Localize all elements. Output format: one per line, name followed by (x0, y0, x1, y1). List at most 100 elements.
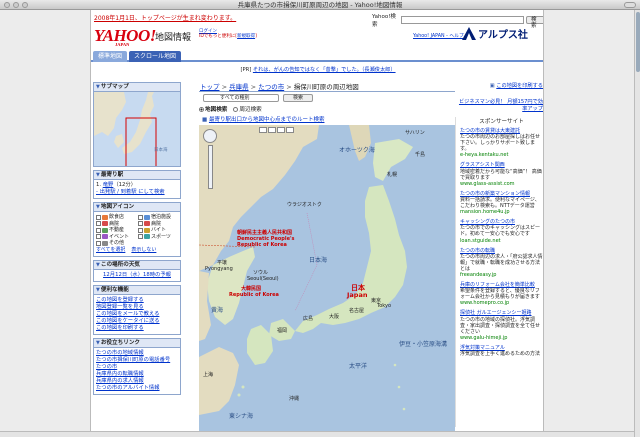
radio-area-search[interactable]: 周辺検索 (233, 105, 262, 113)
useful-link[interactable]: 兵庫県内の求人情報 (96, 378, 178, 385)
sponsor-ad: 探偵社 ガルエージェンシー姫路 たつの市の地域の探偵社。浮気調査・家出調査・探偵調… (460, 310, 543, 340)
checkbox[interactable] (138, 221, 143, 227)
useful-link[interactable]: たつの市揖保川町原の電話番号 (96, 357, 178, 364)
pr-link[interactable]: それは、がんの告知ではなく「昔撃」でした。（長瀬俊太郎） (253, 67, 396, 73)
weather-box: ▼この場所の天気 12月12日（水）18時の予報 (93, 259, 181, 282)
zoom-slider[interactable] (207, 145, 213, 189)
alps-logo[interactable]: アルプス社 (462, 26, 528, 41)
useful-links-box: ▼お役立ちリンク たつの市の地域情報 たつの市揖保川町原の電話番号 たつの市 兵… (93, 337, 181, 395)
tool-link-print[interactable]: この地図を印刷する (96, 325, 178, 332)
checkbox[interactable] (96, 214, 101, 220)
checkbox[interactable] (138, 214, 143, 220)
radio-button[interactable] (199, 107, 204, 112)
map-label-sea-of-japan: 日本海 (309, 257, 328, 264)
login-promo-text: IDでもっと便利に[ (199, 34, 238, 39)
checkbox[interactable] (96, 240, 101, 246)
category-search: すべての種別 検索 (199, 94, 455, 102)
submap-title: サブマップ (100, 84, 129, 90)
toolbar-toggle-button[interactable] (624, 2, 636, 8)
select-all-link[interactable]: すべてを選択 (96, 247, 125, 254)
pr-line: [PR] それは、がんの告知ではなく「昔撃」でした。（長瀬俊太郎） (91, 66, 543, 73)
route-icon: ■ (202, 117, 208, 123)
route-search-link[interactable]: 最寄り駅出口から地図中心点までのルート検索 (209, 117, 325, 123)
login-promo: ログイン IDでもっと便利に[新規取得] (199, 29, 257, 39)
ad-body: たつの市の地域の探偵社。浮気調査・家出調査・探偵調査を全て任せください (460, 316, 541, 335)
weather-forecast-link[interactable]: 12月12日（水）18時の予報 (103, 272, 171, 278)
minimize-button[interactable] (13, 2, 19, 8)
horizontal-scrollbar[interactable] (0, 431, 634, 437)
tool-link-register[interactable]: この地図を登録する (96, 297, 178, 304)
tab-standard-map[interactable]: 標準地図 (93, 51, 128, 62)
map-type-button[interactable] (268, 127, 276, 133)
scroll-map[interactable]: オホーツク海 サハリン 千島 札幌 ウラジオストク 日本海 朝鮮民主主義人民共和… (199, 125, 455, 437)
map-icons-box: ▼地図アイコン 飲食店 宿泊施設 病院 病院 不動産 バイト イベント スポーツ… (93, 202, 181, 257)
submap-overview[interactable]: 日本海 (94, 92, 180, 166)
sports-icon (144, 234, 150, 240)
map-label-south-korea-en: Republic of Korea (229, 292, 279, 298)
job-icon (144, 227, 150, 233)
category-search-button[interactable]: 検索 (283, 94, 313, 102)
useful-link[interactable]: たつの市 (96, 364, 178, 371)
header-links[interactable]: Yahoo! JAPAN - ヘルプ (413, 32, 464, 39)
tool-link-mobile[interactable]: この地図をケータイに送る (96, 318, 178, 325)
sponsor-sites: スポンサーサイト たつの市の賃貸は大東建託 たつの市周辺のお部屋探しはお任せ下さい… (455, 117, 543, 427)
printer-icon: ▣ (489, 83, 495, 89)
radio-button[interactable] (233, 107, 239, 112)
breadcrumb-prefecture[interactable]: 兵庫県 (229, 83, 249, 91)
tools-box: ▼便利な機能 この地図を登録する 地図登録一覧を見る この地図をメールで教える … (93, 284, 181, 335)
station-link[interactable]: 竜野 (103, 182, 114, 188)
window-title: 兵庫県たつの市揖保川町原周辺の地図 - Yahoo!地図情報 (237, 1, 403, 9)
tools-header: ▼便利な機能 (94, 285, 180, 295)
station-number: 1. (96, 182, 102, 188)
tab-scroll-map[interactable]: スクロール地図 (129, 51, 182, 62)
business-promo-row: ビジネスマン必見！ 月額157円で効率アップ (455, 98, 543, 112)
tool-link-list[interactable]: 地図登録一覧を見る (96, 304, 178, 311)
map-label-japan-en: Japan (347, 291, 368, 299)
map-type-button[interactable] (277, 127, 285, 133)
station-minutes: （12分） (113, 182, 136, 188)
checkbox[interactable] (138, 234, 143, 240)
sponsor-ad: たつの市の賃貸は大東建託 たつの市周辺のお部屋探しはお任せ下さい。しっかりサポート… (460, 128, 543, 158)
scrollbar-thumb[interactable] (636, 12, 640, 72)
breadcrumb-top[interactable]: トップ (200, 83, 220, 91)
top-news-link[interactable]: 2008年1月1日、トップページが生まれ変わります。 (94, 13, 236, 22)
checkbox[interactable] (96, 221, 101, 227)
ad-title[interactable]: 探偵社 ガルエージェンシー姫路 (460, 310, 543, 316)
map-label-nagoya: 名古屋 (349, 308, 365, 314)
ad-url: www.galu-himeji.jp (460, 334, 508, 341)
left-gutter (0, 10, 90, 437)
checkbox[interactable] (96, 227, 101, 233)
checkbox[interactable] (96, 234, 101, 240)
radio-map-search[interactable]: 地図検索 (199, 105, 227, 113)
tool-link-mail[interactable]: この地図をメールで教える (96, 311, 178, 318)
checkbox[interactable] (138, 227, 143, 233)
ad-body: たつの市周辺の求人・「府公認求人情報」で就職・転職を成功させる方法とは (460, 253, 543, 272)
hospital-icon (102, 221, 108, 227)
close-button[interactable] (4, 2, 10, 8)
useful-link[interactable]: 兵庫県内の転職情報 (96, 371, 178, 378)
map-icon-label: スポーツ (151, 233, 171, 240)
breadcrumb: トップ > 兵庫県 > たつの市 > 揖保川町原の周辺地図 (199, 82, 455, 92)
pan-control[interactable] (203, 129, 217, 143)
triangle-icon: ▼ (96, 84, 100, 90)
register-link[interactable]: 新規取得 (237, 34, 255, 39)
category-select[interactable]: すべての種別 (203, 94, 279, 102)
business-promo-link[interactable]: ビジネスマン必見！ 月額157円で効率アップ (459, 99, 543, 112)
vertical-scrollbar[interactable] (634, 10, 640, 437)
hide-icons-link[interactable]: 表示しない (131, 247, 156, 254)
yahoo-logo[interactable]: YAHOO! JAPAN (94, 26, 156, 47)
ad-body: 資料一括請求。便利なマイページ、こだわり検索も。NTTデータ運営 (460, 196, 540, 210)
map-icon-item[interactable]: スポーツ (138, 234, 178, 241)
zoom-button[interactable] (22, 2, 28, 8)
route-search-links[interactable]: - 出発駅 / 到着駅 にして検索 (96, 189, 165, 195)
map-type-button[interactable] (259, 127, 267, 133)
map-type-button[interactable] (286, 127, 294, 133)
breadcrumb-city[interactable]: たつの市 (258, 83, 284, 91)
search-button[interactable]: 検索 (525, 16, 543, 29)
print-map-link[interactable]: この地図を印刷する (496, 83, 543, 89)
map-label-okhotsk: オホーツク海 (339, 147, 375, 154)
search-input[interactable] (400, 16, 524, 24)
sidebar: ▼サブマップ 日本海 ▼最寄り駅 1. 竜野（12分） - 出発駅 / 到着駅 … (93, 82, 181, 398)
useful-link[interactable]: たつの市の地域情報 (96, 350, 178, 357)
useful-link[interactable]: たつの市のアルバイト情報 (96, 385, 178, 392)
